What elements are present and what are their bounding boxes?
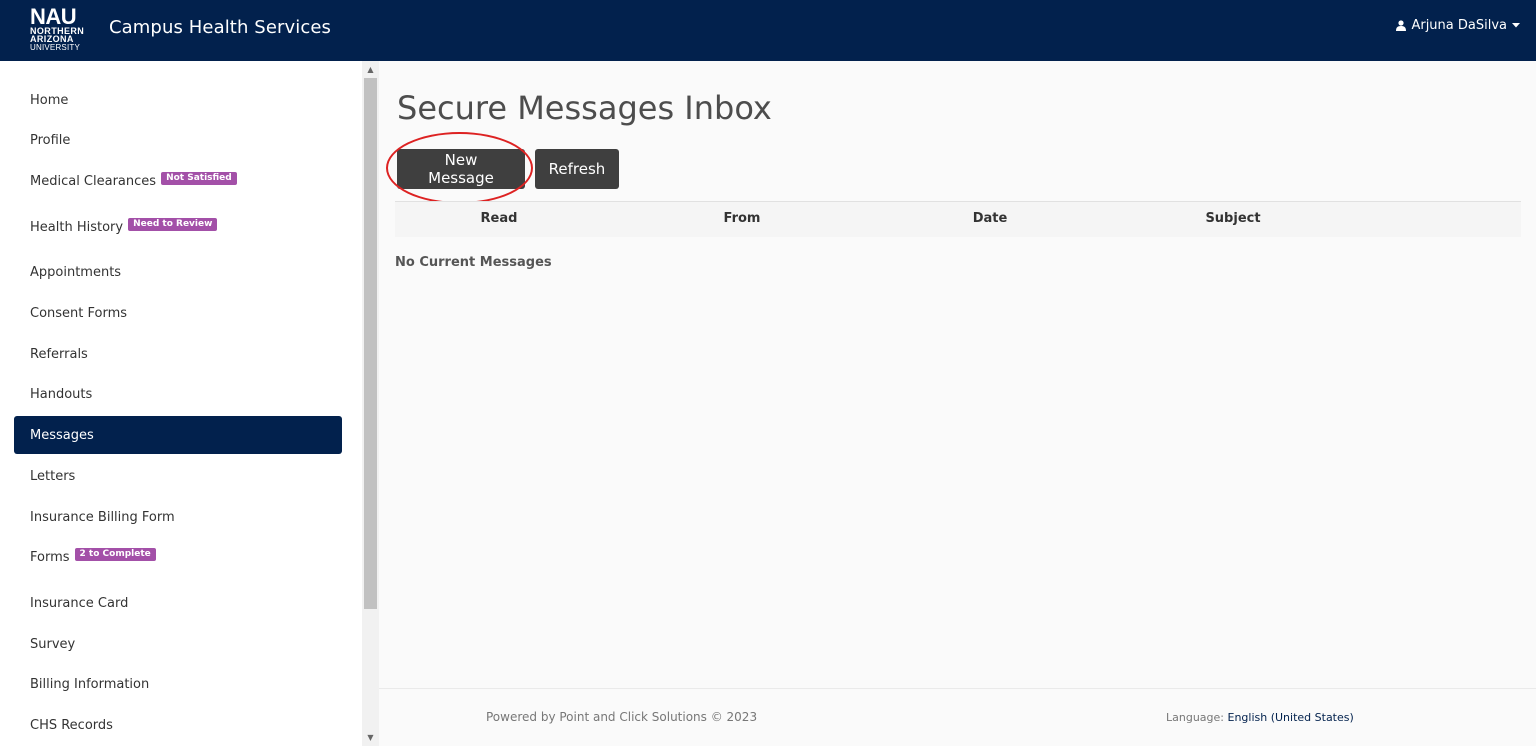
sidebar-nav: Home Profile Medical Clearances Not Sati…	[0, 61, 362, 746]
sidebar-item-consent-forms[interactable]: Consent Forms	[14, 294, 342, 332]
page-title: Secure Messages Inbox	[397, 89, 772, 127]
sidebar-item-label: Insurance Card	[30, 595, 129, 611]
column-header-subject[interactable]: Subject	[1205, 211, 1260, 226]
scroll-thumb[interactable]	[364, 78, 377, 609]
empty-state-text: No Current Messages	[395, 255, 552, 270]
sidebar-item-label: Home	[30, 92, 69, 108]
sidebar-item-label: Appointments	[30, 264, 122, 280]
sidebar-item-chs-records[interactable]: CHS Records	[14, 706, 342, 744]
sidebar-item-label: Handouts	[30, 386, 93, 402]
sidebar-item-handouts[interactable]: Handouts	[14, 375, 342, 413]
sidebar-item-label: Profile	[30, 132, 71, 148]
status-badge: 2 to Complete	[74, 547, 156, 561]
app-title[interactable]: Campus Health Services	[109, 17, 331, 38]
sidebar-item-insurance-billing-form[interactable]: Insurance Billing Form	[14, 498, 342, 536]
sidebar-item-medical-clearances[interactable]: Medical Clearances Not Satisfied	[14, 162, 342, 200]
sidebar-item-survey[interactable]: Survey	[14, 625, 342, 663]
user-icon	[1396, 20, 1407, 31]
sidebar-item-label: Survey	[30, 636, 76, 652]
refresh-button[interactable]: Refresh	[535, 149, 619, 189]
sidebar-item-home[interactable]: Home	[14, 81, 342, 119]
sidebar-item-label: Messages	[30, 427, 94, 443]
sidebar-item-label: Medical Clearances	[30, 173, 157, 189]
sidebar-item-label: Letters	[30, 468, 76, 484]
user-menu[interactable]: Arjuna DaSilva	[1396, 18, 1520, 33]
column-header-read[interactable]: Read	[481, 211, 518, 226]
logo-line3: UNIVERSITY	[30, 42, 81, 52]
sidebar-item-referrals[interactable]: Referrals	[14, 335, 342, 373]
scroll-down-icon[interactable]: ▼	[362, 729, 379, 746]
status-badge: Need to Review	[128, 217, 218, 231]
sidebar-item-label: Forms	[30, 549, 70, 565]
sidebar-item-label: Consent Forms	[30, 305, 128, 321]
sidebar-item-label: CHS Records	[30, 717, 113, 733]
status-badge: Not Satisfied	[161, 171, 237, 185]
language-selector: Language: English (United States)	[1166, 711, 1354, 724]
language-label: Language:	[1166, 711, 1224, 724]
scroll-up-icon[interactable]: ▲	[362, 61, 379, 78]
new-message-button[interactable]: New Message	[397, 149, 525, 189]
language-link[interactable]: English (United States)	[1228, 711, 1354, 724]
sidebar-item-profile[interactable]: Profile	[14, 121, 342, 159]
sidebar-item-letters[interactable]: Letters	[14, 457, 342, 495]
main-content: Secure Messages Inbox New Message Refres…	[379, 61, 1536, 746]
sidebar-item-billing-information[interactable]: Billing Information	[14, 665, 342, 703]
caret-down-icon	[1512, 23, 1520, 28]
footer: Powered by Point and Click Solutions © 2…	[379, 688, 1536, 746]
column-header-from[interactable]: From	[724, 211, 761, 226]
nau-logo[interactable]: NAU NORTHERN ARIZONA UNIVERSITY	[30, 4, 94, 53]
top-navbar: NAU NORTHERN ARIZONA UNIVERSITY Campus H…	[0, 0, 1536, 61]
sidebar-item-label: Health History	[30, 219, 124, 235]
sidebar-item-label: Insurance Billing Form	[30, 509, 175, 525]
sidebar-item-insurance-card[interactable]: Insurance Card	[14, 584, 342, 622]
sidebar-item-appointments[interactable]: Appointments	[14, 253, 342, 291]
sidebar-item-label: Referrals	[30, 346, 88, 362]
logo-main: NAU	[30, 4, 77, 29]
sidebar-item-messages[interactable]: Messages	[14, 416, 342, 454]
user-name: Arjuna DaSilva	[1411, 18, 1507, 33]
column-header-date[interactable]: Date	[973, 211, 1008, 226]
messages-table: Read From Date Subject	[395, 201, 1521, 237]
sidebar-item-forms[interactable]: Forms 2 to Complete	[14, 538, 342, 576]
sidebar-item-label: Billing Information	[30, 676, 150, 692]
table-header: Read From Date Subject	[395, 201, 1521, 237]
sidebar-scrollbar[interactable]: ▲ ▼	[362, 61, 379, 746]
powered-by-text: Powered by Point and Click Solutions © 2…	[486, 710, 758, 724]
sidebar-item-health-history[interactable]: Health History Need to Review	[14, 208, 342, 246]
